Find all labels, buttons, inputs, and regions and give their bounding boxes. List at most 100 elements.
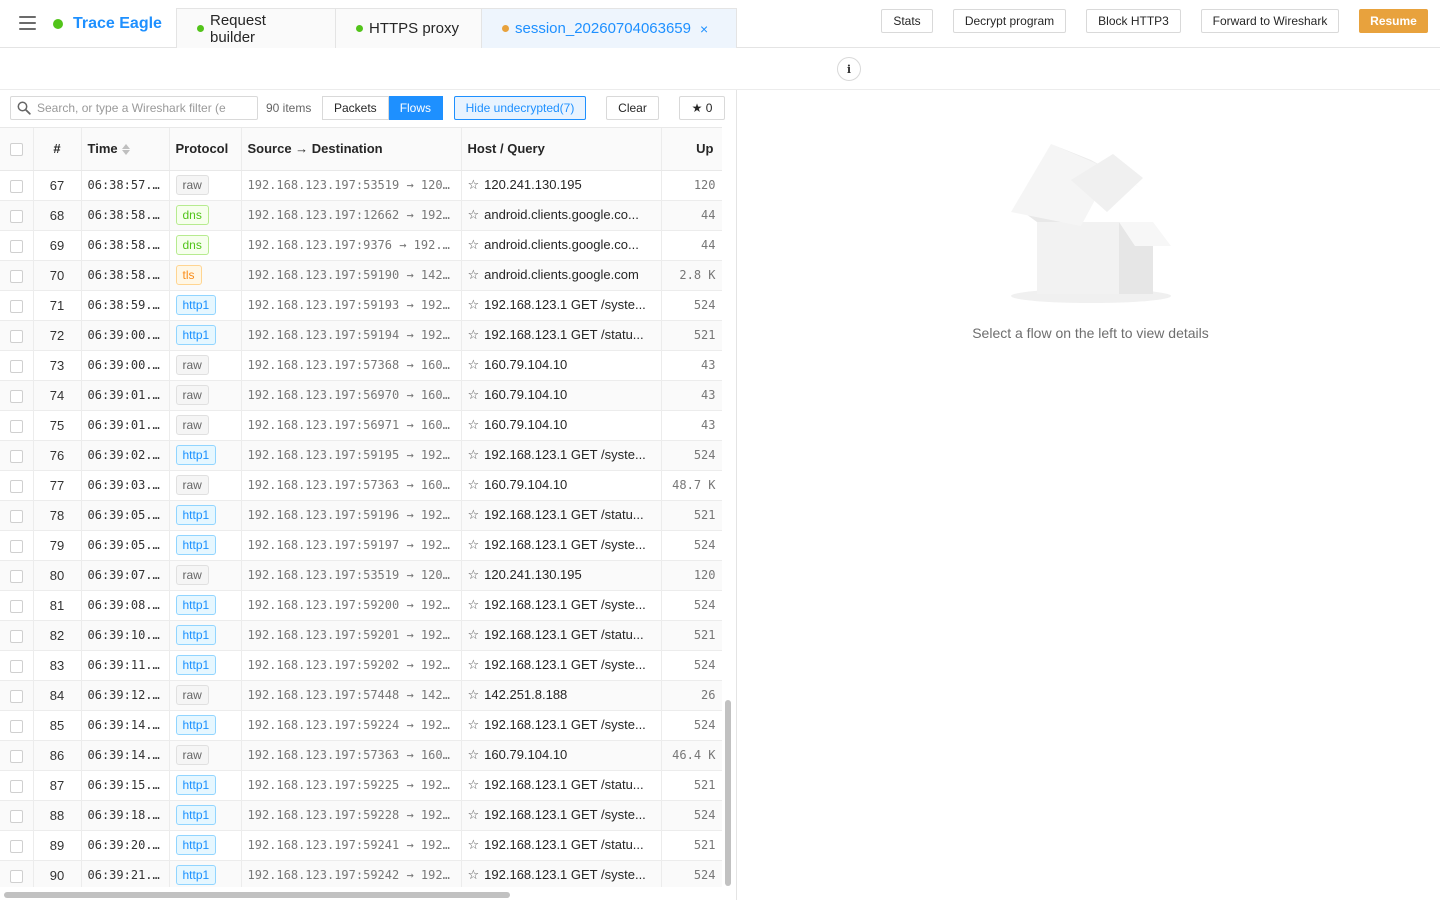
row-checkbox[interactable] — [0, 350, 34, 381]
table-row[interactable]: 74 06:39:01.... raw 192.168.123.197:56970 →… — [0, 380, 722, 411]
flows-toggle[interactable]: Flows — [388, 96, 444, 120]
table-row[interactable]: 75 06:39:01.... raw 192.168.123.197:56971 →… — [0, 410, 722, 441]
star-icon[interactable]: ☆ — [468, 717, 480, 732]
row-checkbox[interactable] — [0, 410, 34, 441]
table-row[interactable]: 69 06:38:58.... dns 192.168.123.197:9376 → … — [0, 230, 722, 261]
table-row[interactable]: 68 06:38:58.... dns 192.168.123.197:12662 →… — [0, 200, 722, 231]
table-row[interactable]: 85 06:39:14.... http1 192.168.123.197:59224… — [0, 710, 722, 741]
star-icon[interactable]: ☆ — [468, 207, 480, 222]
star-icon[interactable]: ☆ — [468, 237, 480, 252]
table-row[interactable]: 86 06:39:14.... raw 192.168.123.197:57363 →… — [0, 740, 722, 771]
row-checkbox[interactable] — [0, 560, 34, 591]
star-icon[interactable]: ☆ — [468, 777, 480, 792]
table-row[interactable]: 81 06:39:08.... http1 192.168.123.197:59200… — [0, 590, 722, 621]
column-header-number[interactable]: # — [33, 128, 82, 171]
starred-filter-button[interactable]: ★ 0 — [679, 96, 725, 120]
table-row[interactable]: 87 06:39:15.... http1 192.168.123.197:59225… — [0, 770, 722, 801]
table-row[interactable]: 84 06:39:12.... raw 192.168.123.197:57448 →… — [0, 680, 722, 711]
stats-button[interactable]: Stats — [881, 9, 933, 33]
decrypt-program-button[interactable]: Decrypt program — [953, 9, 1066, 33]
select-all-checkbox[interactable] — [0, 128, 34, 171]
horizontal-scrollbar[interactable] — [4, 892, 510, 898]
table-row[interactable]: 83 06:39:11.... http1 192.168.123.197:59202… — [0, 650, 722, 681]
star-icon[interactable]: ☆ — [468, 807, 480, 822]
table-row[interactable]: 70 06:38:58.... tls 192.168.123.197:59190 →… — [0, 260, 722, 291]
star-icon[interactable]: ☆ — [468, 687, 480, 702]
table-row[interactable]: 89 06:39:20.... http1 192.168.123.197:59241… — [0, 830, 722, 861]
table-row[interactable]: 88 06:39:18.... http1 192.168.123.197:59228… — [0, 800, 722, 831]
row-checkbox[interactable] — [0, 770, 34, 801]
vertical-scrollbar[interactable] — [725, 700, 731, 886]
table-row[interactable]: 80 06:39:07.... raw 192.168.123.197:53519 →… — [0, 560, 722, 591]
search-box[interactable] — [10, 96, 258, 120]
column-header-up[interactable]: Up — [661, 128, 722, 171]
row-checkbox[interactable] — [0, 200, 34, 231]
star-icon[interactable]: ☆ — [468, 627, 480, 642]
star-icon[interactable]: ☆ — [468, 867, 480, 882]
resume-button[interactable]: Resume — [1359, 9, 1428, 33]
row-checkbox[interactable] — [0, 620, 34, 651]
clear-button[interactable]: Clear — [606, 96, 659, 120]
star-icon[interactable]: ☆ — [468, 417, 480, 432]
star-icon[interactable]: ☆ — [468, 297, 480, 312]
sort-icon[interactable] — [121, 144, 130, 156]
close-icon[interactable]: × — [700, 21, 708, 37]
column-header-source-destination[interactable]: Source → Destination — [241, 128, 462, 171]
row-checkbox[interactable] — [0, 590, 34, 621]
info-icon[interactable]: i — [837, 57, 861, 81]
star-icon[interactable]: ☆ — [468, 387, 480, 402]
row-checkbox[interactable] — [0, 320, 34, 351]
row-checkbox[interactable] — [0, 470, 34, 501]
star-icon[interactable]: ☆ — [468, 747, 480, 762]
block-http3-button[interactable]: Block HTTP3 — [1086, 9, 1181, 33]
star-icon[interactable]: ☆ — [468, 657, 480, 672]
star-icon[interactable]: ☆ — [468, 537, 480, 552]
table-row[interactable]: 82 06:39:10.... http1 192.168.123.197:59201… — [0, 620, 722, 651]
star-icon[interactable]: ☆ — [468, 567, 480, 582]
star-icon[interactable]: ☆ — [468, 357, 480, 372]
column-header-host-query[interactable]: Host / Query — [461, 128, 662, 171]
table-row[interactable]: 77 06:39:03.... raw 192.168.123.197:57363 →… — [0, 470, 722, 501]
table-row[interactable]: 73 06:39:00.... raw 192.168.123.197:57368 →… — [0, 350, 722, 381]
row-checkbox[interactable] — [0, 170, 34, 201]
row-checkbox[interactable] — [0, 530, 34, 561]
table-row[interactable]: 90 06:39:21.... http1 192.168.123.197:59242… — [0, 860, 722, 887]
row-checkbox[interactable] — [0, 860, 34, 887]
table-row[interactable]: 76 06:39:02.... http1 192.168.123.197:59195… — [0, 440, 722, 471]
star-icon[interactable]: ☆ — [468, 447, 480, 462]
star-icon[interactable]: ☆ — [468, 327, 480, 342]
row-checkbox[interactable] — [0, 500, 34, 531]
star-icon[interactable]: ☆ — [468, 507, 480, 522]
star-icon[interactable]: ☆ — [468, 477, 480, 492]
tab-request-builder[interactable]: Request builder — [176, 8, 336, 48]
hide-undecrypted-button[interactable]: Hide undecrypted(7) — [454, 96, 586, 120]
row-checkbox[interactable] — [0, 650, 34, 681]
menu-icon[interactable] — [19, 16, 36, 30]
table-row[interactable]: 72 06:39:00.... http1 192.168.123.197:59194… — [0, 320, 722, 351]
star-icon[interactable]: ☆ — [468, 837, 480, 852]
tab-https-proxy[interactable]: HTTPS proxy — [336, 8, 482, 48]
table-row[interactable]: 78 06:39:05.... http1 192.168.123.197:59196… — [0, 500, 722, 531]
search-input[interactable] — [37, 101, 247, 115]
row-checkbox[interactable] — [0, 290, 34, 321]
row-checkbox[interactable] — [0, 740, 34, 771]
table-row[interactable]: 79 06:39:05.... http1 192.168.123.197:59197… — [0, 530, 722, 561]
row-checkbox[interactable] — [0, 230, 34, 261]
row-checkbox[interactable] — [0, 680, 34, 711]
star-icon[interactable]: ☆ — [468, 267, 480, 282]
row-checkbox[interactable] — [0, 260, 34, 291]
row-checkbox[interactable] — [0, 830, 34, 861]
row-checkbox[interactable] — [0, 380, 34, 411]
table-row[interactable]: 71 06:38:59.... http1 192.168.123.197:59193… — [0, 290, 722, 321]
table-row[interactable]: 67 06:38:57.... raw 192.168.123.197:53519 →… — [0, 170, 722, 201]
forward-to-wireshark-button[interactable]: Forward to Wireshark — [1201, 9, 1339, 33]
star-icon[interactable]: ☆ — [468, 177, 480, 192]
row-checkbox[interactable] — [0, 710, 34, 741]
column-header-protocol[interactable]: Protocol — [169, 128, 242, 171]
row-checkbox[interactable] — [0, 440, 34, 471]
tab-session[interactable]: session_20260704063659 × — [482, 8, 737, 48]
packets-toggle[interactable]: Packets — [322, 96, 389, 120]
row-checkbox[interactable] — [0, 800, 34, 831]
star-icon[interactable]: ☆ — [468, 597, 480, 612]
column-header-time[interactable]: Time — [81, 128, 170, 171]
